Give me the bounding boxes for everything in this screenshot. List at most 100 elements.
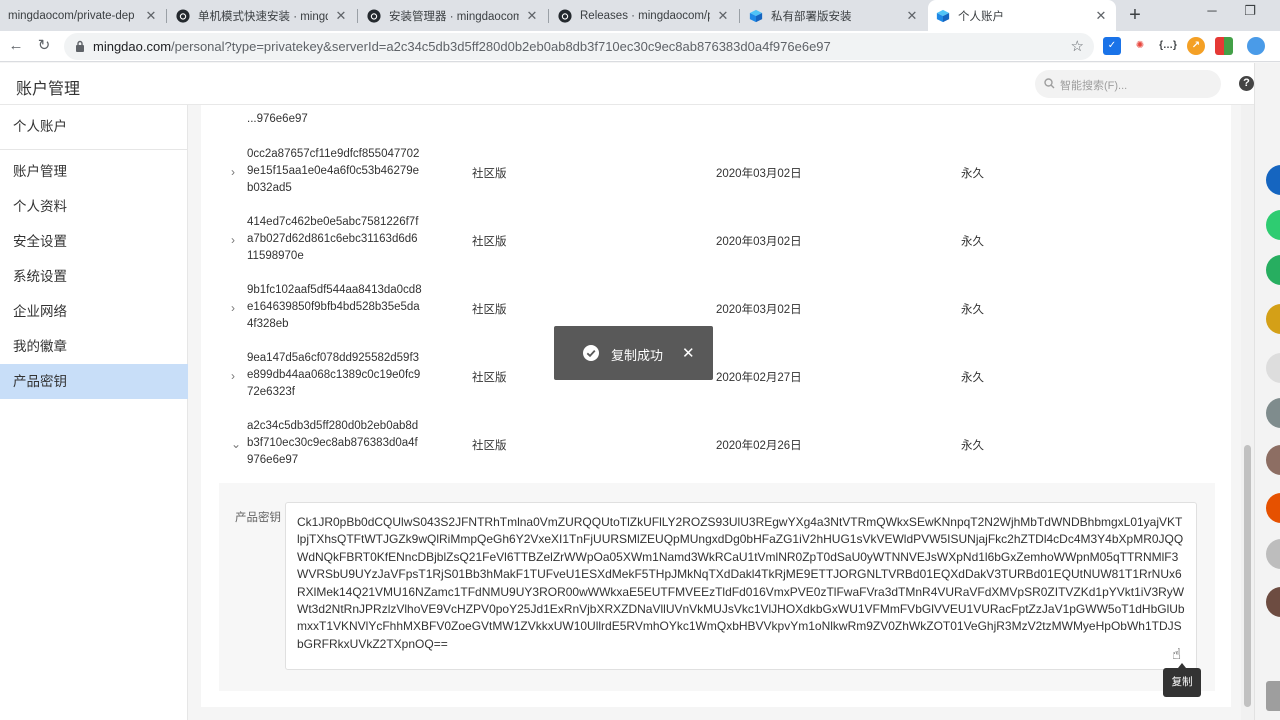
dock-app-ps-icon[interactable]: [1266, 165, 1280, 195]
key-edition: 社区版: [472, 304, 507, 316]
dock-app-orange-icon[interactable]: [1266, 493, 1280, 523]
scrollbar-thumb[interactable]: [1244, 445, 1251, 707]
chevron-right-icon[interactable]: ›: [231, 301, 235, 315]
sidebar-item-profile[interactable]: 个人资料: [0, 189, 188, 224]
sidebar-item-enterprise-network[interactable]: 企业网络: [0, 294, 188, 329]
right-app-dock: [1254, 63, 1280, 720]
tab-separator: [357, 9, 358, 23]
toast-message: 复制成功: [611, 348, 664, 363]
url-text: mingdao.com/personal?type=privatekey&ser…: [93, 39, 831, 54]
key-id: ...976e6e97: [247, 113, 308, 125]
chevron-down-icon[interactable]: ⌄: [231, 437, 241, 451]
hand-cursor-icon: ☝: [1172, 646, 1182, 663]
key-expiry: 永久: [961, 304, 984, 316]
key-row-expanded[interactable]: ⌄ a2c34c5db3d5ff280d0b2eb0ab8d b3f710ec3…: [201, 417, 1231, 485]
key-edition: 社区版: [472, 168, 507, 180]
product-key-panel: ...976e6e97 › 0cc2a87657cf11e9dfcf855047…: [201, 105, 1231, 707]
reload-icon[interactable]: ↻: [34, 36, 54, 56]
key-edition: 社区版: [472, 440, 507, 452]
browser-tab-strip: mingdaocom/private-dep ✕ 单机模式快速安装 · ming…: [0, 0, 1280, 31]
sidebar-item-account-management[interactable]: 账户管理: [0, 154, 188, 189]
bookmark-star-icon[interactable]: ☆: [1071, 37, 1084, 55]
dock-app-gray-icon[interactable]: [1266, 539, 1280, 569]
chevron-right-icon[interactable]: ›: [231, 165, 235, 179]
browser-toolbar: ← ↻ mingdao.com/personal?type=privatekey…: [0, 31, 1280, 62]
tab-close-icon[interactable]: ✕: [1094, 8, 1108, 24]
restore-window-icon[interactable]: ❐: [1238, 3, 1262, 19]
back-arrow-icon[interactable]: ←: [6, 36, 26, 56]
browser-tab-1[interactable]: mingdaocom/private-dep ✕: [0, 0, 166, 31]
dock-app-doc-icon[interactable]: [1266, 353, 1280, 383]
close-icon[interactable]: ✕: [682, 344, 695, 362]
tab-title: 安装管理器 · mingdaocom/: [389, 10, 519, 23]
browser-tab-3[interactable]: 安装管理器 · mingdaocom/ ✕: [359, 0, 547, 31]
sidebar-item-product-keys[interactable]: 产品密钥: [0, 364, 188, 399]
profile-avatar-icon[interactable]: [1247, 37, 1265, 55]
sidebar-item-personal-account[interactable]: 个人账户: [0, 109, 188, 144]
page-scrollbar[interactable]: [1241, 105, 1254, 720]
dock-app-avatar-icon[interactable]: [1266, 445, 1280, 475]
dock-app-cloud-icon[interactable]: [1266, 398, 1280, 428]
sidebar: 个人账户 账户管理 个人资料 安全设置 系统设置 企业网络 我的徽章 产品密钥: [0, 105, 188, 720]
key-expiry: 永久: [961, 440, 984, 452]
extension-json-icon[interactable]: {…}: [1159, 37, 1177, 55]
key-date: 2020年02月26日: [716, 440, 802, 452]
tab-close-icon[interactable]: ✕: [716, 8, 730, 24]
extension-color-icon[interactable]: [1215, 37, 1233, 55]
key-expiry: 永久: [961, 236, 984, 248]
extension-pinwheel-icon[interactable]: ✺: [1131, 37, 1149, 55]
key-id: 0cc2a87657cf11e9dfcf855047702 9e15f15aa1…: [247, 148, 420, 194]
tab-title: 单机模式快速安装 · mingda: [198, 10, 328, 23]
tab-separator: [166, 9, 167, 23]
tab-title: 私有部署版安装: [771, 10, 852, 23]
chevron-right-icon[interactable]: ›: [231, 369, 235, 383]
tab-title: Releases · mingdaocom/p: [580, 9, 710, 22]
key-row[interactable]: › 9b1fc102aaf5df544aa8413da0cd8 e1646398…: [201, 281, 1231, 349]
tab-close-icon[interactable]: ✕: [525, 8, 539, 24]
tab-title: 个人账户: [958, 10, 1004, 23]
mingdao-cube-icon: [936, 9, 950, 23]
dock-app-green2-icon[interactable]: [1266, 255, 1280, 285]
copy-success-toast: 复制成功 ✕: [554, 326, 713, 380]
new-tab-plus-icon[interactable]: +: [1124, 4, 1146, 26]
tab-close-icon[interactable]: ✕: [144, 8, 158, 24]
browser-tab-4[interactable]: Releases · mingdaocom/p ✕: [550, 0, 738, 31]
sidebar-divider: [0, 149, 188, 150]
smart-search-input[interactable]: 智能搜索(F)...: [1035, 70, 1221, 98]
sidebar-item-security[interactable]: 安全设置: [0, 224, 188, 259]
browser-tab-2[interactable]: 单机模式快速安装 · mingda ✕: [168, 0, 356, 31]
github-icon: [176, 8, 190, 23]
sidebar-item-system-settings[interactable]: 系统设置: [0, 259, 188, 294]
dock-app-settings-icon[interactable]: [1266, 681, 1280, 711]
product-key-textbox[interactable]: Ck1JR0pBb0dCQUlwS043S2JFNTRhTmlna0VmZURQ…: [285, 502, 1197, 670]
tab-separator: [739, 9, 740, 23]
app-header: 账户管理 智能搜索(F)... ?: [0, 63, 1254, 105]
product-key-label: 产品密钥: [235, 512, 281, 524]
key-detail-panel: 产品密钥 Ck1JR0pBb0dCQUlwS043S2JFNTRhTmlna0V…: [219, 483, 1215, 691]
github-icon: [367, 8, 381, 23]
key-row[interactable]: › 9ea147d5a6cf078dd925582d59f3 e899db44a…: [201, 349, 1231, 417]
dock-app-green-icon[interactable]: [1266, 210, 1280, 240]
browser-tab-6-active[interactable]: 个人账户 ✕: [928, 0, 1116, 31]
key-date: 2020年02月27日: [716, 372, 802, 384]
tab-close-icon[interactable]: ✕: [905, 8, 919, 24]
search-icon: [1044, 78, 1055, 89]
tab-close-icon[interactable]: ✕: [334, 8, 348, 24]
extension-save-icon[interactable]: ✓: [1103, 37, 1121, 55]
help-icon[interactable]: ?: [1239, 76, 1254, 91]
dock-app-coin-icon[interactable]: [1266, 304, 1280, 334]
browser-tab-5[interactable]: 私有部署版安装 ✕: [741, 0, 927, 31]
address-bar[interactable]: mingdao.com/personal?type=privatekey&ser…: [64, 33, 1094, 60]
url-path: /personal?type=privatekey&serverId=a2c34…: [171, 39, 831, 54]
dock-app-brown-icon[interactable]: [1266, 587, 1280, 617]
minimize-icon[interactable]: ─: [1200, 3, 1224, 18]
key-row[interactable]: › 0cc2a87657cf11e9dfcf855047702 9e15f15a…: [201, 145, 1231, 213]
extension-orange-icon[interactable]: ↗: [1187, 37, 1205, 55]
key-row[interactable]: › 414ed7c462be0e5abc7581226f7f a7b027d62…: [201, 213, 1231, 281]
mingdao-cube-icon: [749, 9, 763, 23]
lock-icon: [76, 40, 84, 52]
key-date: 2020年03月02日: [716, 168, 802, 180]
sidebar-item-badges[interactable]: 我的徽章: [0, 329, 188, 364]
key-date: 2020年03月02日: [716, 304, 802, 316]
chevron-right-icon[interactable]: ›: [231, 233, 235, 247]
